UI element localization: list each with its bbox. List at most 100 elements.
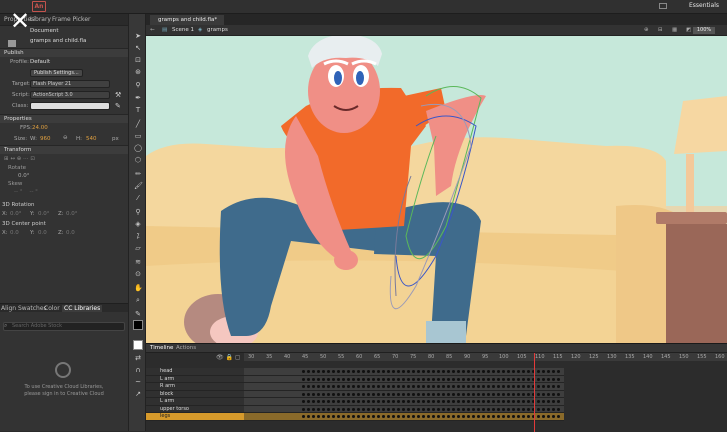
- keyframe-dot[interactable]: [322, 407, 325, 411]
- keyframe-dot[interactable]: [342, 377, 345, 381]
- keyframe-dot[interactable]: [517, 407, 520, 411]
- keyframe-dot[interactable]: [342, 415, 345, 418]
- straighten-icon[interactable]: ↗: [134, 390, 142, 398]
- keyframe-dot[interactable]: [342, 392, 345, 396]
- keyframe-dot[interactable]: [362, 415, 365, 418]
- keyframe-dot[interactable]: [427, 385, 430, 388]
- keyframe-dot[interactable]: [537, 400, 540, 403]
- keyframe-dot[interactable]: [472, 400, 475, 403]
- keyframe-dot[interactable]: [477, 415, 480, 418]
- rectangle-tool-icon[interactable]: ▭: [134, 132, 142, 140]
- keyframe-dot[interactable]: [382, 377, 385, 381]
- keyframe-dot[interactable]: [322, 377, 325, 381]
- keyframe-dot[interactable]: [432, 385, 435, 388]
- keyframe-dot[interactable]: [317, 377, 320, 381]
- keyframe-dot[interactable]: [527, 370, 530, 373]
- frames-l-arm[interactable]: [244, 375, 564, 383]
- keyframe-dot[interactable]: [377, 392, 380, 396]
- keyframe-dot[interactable]: [502, 400, 505, 403]
- keyframe-dot[interactable]: [487, 407, 490, 411]
- keyframe-dot[interactable]: [427, 392, 430, 396]
- keyframe-dot[interactable]: [557, 400, 560, 403]
- keyframe-dot[interactable]: [307, 400, 310, 403]
- keyframe-dot[interactable]: [467, 407, 470, 411]
- keyframe-dot[interactable]: [547, 415, 550, 418]
- keyframe-dot[interactable]: [497, 392, 500, 396]
- keyframe-dot[interactable]: [362, 400, 365, 403]
- keyframe-dot[interactable]: [392, 400, 395, 403]
- keyframe-dot[interactable]: [467, 377, 470, 381]
- edit-symbol-icon[interactable]: ◩: [686, 27, 691, 33]
- keyframe-dot[interactable]: [467, 385, 470, 388]
- keyframe-dot[interactable]: [462, 385, 465, 388]
- keyframe-dot[interactable]: [382, 415, 385, 418]
- layer-block[interactable]: block: [146, 390, 244, 398]
- keyframe-dot[interactable]: [537, 370, 540, 373]
- keyframe-dot[interactable]: [427, 407, 430, 411]
- hand-tool-icon[interactable]: ✋: [134, 284, 143, 292]
- keyframe-dot[interactable]: [502, 377, 505, 381]
- eraser-icon[interactable]: ▱: [134, 244, 142, 252]
- keyframe-dot[interactable]: [507, 385, 510, 388]
- keyframe-dot[interactable]: [422, 377, 425, 381]
- keyframe-dot[interactable]: [397, 400, 400, 403]
- keyframe-dot[interactable]: [477, 400, 480, 403]
- keyframe-dot[interactable]: [417, 400, 420, 403]
- keyframe-dot[interactable]: [507, 377, 510, 381]
- stage-center-icon[interactable]: ⊕: [644, 27, 649, 33]
- brush-tool-icon[interactable]: 🖌: [134, 182, 143, 190]
- keyframe-dot[interactable]: [417, 415, 420, 418]
- keyframe-dot[interactable]: [307, 407, 310, 411]
- layer-head[interactable]: head: [146, 368, 244, 376]
- skew-value[interactable]: -- ° -- °: [14, 189, 38, 195]
- keyframe-dot[interactable]: [337, 385, 340, 388]
- keyframe-dot[interactable]: [382, 385, 385, 388]
- keyframe-dot[interactable]: [492, 392, 495, 396]
- keyframe-dot[interactable]: [367, 415, 370, 418]
- tab-actions[interactable]: Actions: [176, 345, 196, 351]
- keyframe-dot[interactable]: [507, 370, 510, 373]
- keyframe-dot[interactable]: [452, 377, 455, 381]
- frames-legs[interactable]: [244, 413, 564, 421]
- keyframe-dot[interactable]: [407, 370, 410, 373]
- keyframe-dot[interactable]: [512, 370, 515, 373]
- keyframe-dot[interactable]: [322, 385, 325, 388]
- keyframe-dot[interactable]: [427, 377, 430, 381]
- bone-tool-icon[interactable]: ⚲: [134, 208, 142, 216]
- rotate-value[interactable]: 0.0°: [18, 173, 30, 179]
- keyframe-dot[interactable]: [452, 400, 455, 403]
- keyframe-dot[interactable]: [537, 392, 540, 396]
- keyframe-dot[interactable]: [417, 407, 420, 411]
- keyframe-dot[interactable]: [367, 392, 370, 396]
- keyframe-dot[interactable]: [327, 385, 330, 388]
- height-value[interactable]: 540: [86, 136, 97, 142]
- keyframe-dot[interactable]: [422, 400, 425, 403]
- keyframe-dot[interactable]: [557, 370, 560, 373]
- keyframe-dot[interactable]: [502, 415, 505, 418]
- keyframe-dot[interactable]: [442, 400, 445, 403]
- keyframe-dot[interactable]: [307, 385, 310, 388]
- keyframe-dot[interactable]: [397, 370, 400, 373]
- keyframe-dot[interactable]: [337, 392, 340, 396]
- keyframe-dot[interactable]: [437, 370, 440, 373]
- keyframe-dot[interactable]: [407, 407, 410, 411]
- keyframe-dot[interactable]: [502, 370, 505, 373]
- keyframe-dot[interactable]: [462, 415, 465, 418]
- keyframe-dot[interactable]: [337, 377, 340, 381]
- back-arrow-icon[interactable]: ←: [150, 27, 155, 33]
- keyframe-dot[interactable]: [332, 400, 335, 403]
- keyframe-dot[interactable]: [317, 370, 320, 373]
- keyframe-dot[interactable]: [527, 377, 530, 381]
- keyframe-dot[interactable]: [452, 385, 455, 388]
- text-tool-icon[interactable]: T: [134, 106, 142, 114]
- frames-head[interactable]: [244, 368, 564, 376]
- keyframe-dot[interactable]: [437, 385, 440, 388]
- keyframe-dot[interactable]: [497, 370, 500, 373]
- polystar-tool-icon[interactable]: ⬡: [134, 156, 142, 164]
- stage-canvas[interactable]: [146, 36, 727, 343]
- keyframe-dot[interactable]: [552, 385, 555, 388]
- keyframe-dot[interactable]: [312, 370, 315, 373]
- keyframe-dot[interactable]: [457, 407, 460, 411]
- frames-l-arm-2[interactable]: [244, 398, 564, 406]
- keyframe-dot[interactable]: [557, 392, 560, 396]
